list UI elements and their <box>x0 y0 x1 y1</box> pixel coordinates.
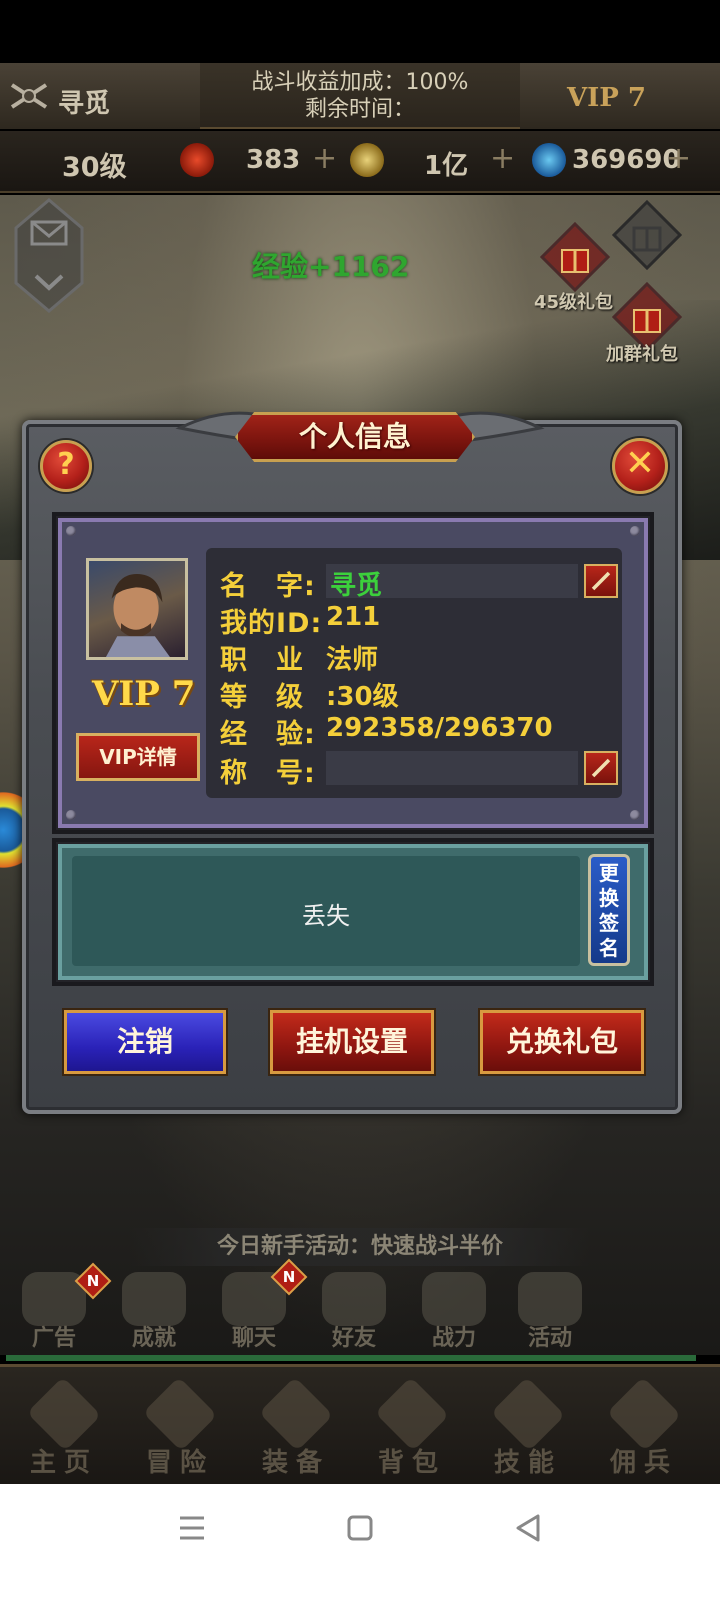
friends-label: 好友 <box>331 1325 376 1351</box>
pen-icon <box>591 571 611 591</box>
activity-button[interactable]: 活动 <box>512 1270 588 1351</box>
nav-mercenary[interactable]: 佣兵 <box>594 1376 694 1480</box>
name-value: 寻觅 <box>330 571 383 601</box>
title-field <box>326 751 578 785</box>
dialog-title: 个人信息 <box>298 420 411 453</box>
rivet-decoration <box>630 526 640 536</box>
add-diamond-button[interactable]: + <box>666 141 691 176</box>
knight-icon <box>606 1376 682 1452</box>
nav-adventure[interactable]: 冒险 <box>130 1376 230 1480</box>
crossed-swords-icon <box>422 1272 486 1326</box>
player-avatar[interactable] <box>86 558 188 660</box>
diamond-value: 369690 <box>572 145 681 175</box>
edit-title-button[interactable] <box>584 751 618 785</box>
energy-value: 383 <box>246 145 301 175</box>
rivet-decoration <box>66 526 76 536</box>
gift-box-icon <box>518 1272 582 1326</box>
gold-coin-icon <box>350 143 384 177</box>
add-energy-button[interactable]: + <box>312 141 337 176</box>
nav-mercenary-label: 佣兵 <box>609 1448 678 1478</box>
handshake-icon <box>322 1272 386 1326</box>
rivet-decoration <box>630 810 640 820</box>
nav-home-label: 主页 <box>29 1448 98 1478</box>
level-value: :30级 <box>326 682 399 712</box>
nav-home[interactable]: 主页 <box>14 1376 114 1480</box>
exp-gain-popup: 经验+1162 <box>252 250 410 283</box>
trophy-icon <box>122 1272 186 1326</box>
pen-icon <box>591 758 611 778</box>
redeem-gift-button[interactable]: 兑换礼包 <box>480 1010 644 1074</box>
question-icon: ? <box>57 447 75 482</box>
level-label: 等 级 <box>220 682 304 713</box>
chat-label: 聊天 <box>231 1325 276 1351</box>
change-signature-button[interactable]: 更换签名 <box>588 854 630 966</box>
job-label: 职 业 <box>220 645 304 676</box>
battle-bonus-info: 战斗收益加成：100% 剩余时间： <box>200 69 520 123</box>
nav-adventure-label: 冒险 <box>145 1448 214 1478</box>
close-button[interactable]: ✕ <box>612 438 668 494</box>
hero-portrait <box>105 574 170 657</box>
nav-bag-label: 背包 <box>377 1448 446 1478</box>
battle-bonus-rate: 战斗收益加成：100% <box>251 70 469 95</box>
diamond-icon <box>532 143 566 177</box>
achievements-button[interactable]: 成就 <box>116 1270 192 1351</box>
bonus-remaining-time: 剩余时间： <box>304 97 415 122</box>
group-gift-label: 加群礼包 <box>606 344 678 365</box>
activity-label: 活动 <box>527 1325 572 1351</box>
exp-value: 292358/296370 <box>326 713 553 743</box>
close-icon: ✕ <box>624 443 656 484</box>
nav-equipment[interactable]: 装备 <box>246 1376 346 1480</box>
back-icon[interactable] <box>498 1508 558 1548</box>
id-value: 211 <box>326 602 381 632</box>
signature-text: 丢失 <box>302 902 350 930</box>
nav-skills[interactable]: 技能 <box>478 1376 578 1480</box>
ads-label: 广告 <box>31 1325 76 1351</box>
achievements-label: 成就 <box>131 1325 176 1351</box>
job-value: 法师 <box>326 645 379 675</box>
castle-icon <box>26 1376 102 1452</box>
player-level: 30级 <box>62 152 127 183</box>
crossed-swords-icon <box>10 83 48 109</box>
gift-45-icon[interactable] <box>540 222 610 292</box>
nav-bag[interactable]: 背包 <box>362 1376 462 1480</box>
title-label: 称 号: <box>220 758 316 789</box>
add-gold-button[interactable]: + <box>490 141 515 176</box>
logout-button[interactable]: 注销 <box>64 1010 226 1074</box>
id-label: 我的ID: <box>220 608 323 639</box>
event-ticker: 今日新手活动：快速战斗半价 <box>130 1228 590 1266</box>
vip-detail-button[interactable]: VIP详情 <box>76 733 200 781</box>
vip-badge: VIP 7 <box>92 674 196 714</box>
help-button[interactable]: ? <box>40 440 92 492</box>
power-button[interactable]: 战力 <box>416 1270 492 1351</box>
edit-name-button[interactable] <box>584 564 618 598</box>
energy-icon <box>180 143 214 177</box>
gift-45-label: 45级礼包 <box>534 292 614 313</box>
home-icon[interactable] <box>330 1508 390 1548</box>
gold-value: 1亿 <box>424 151 469 181</box>
vip-level-label[interactable]: VIP 7 <box>567 83 646 113</box>
divider-bar <box>6 1355 696 1361</box>
power-label: 战力 <box>431 1325 476 1351</box>
afk-settings-button[interactable]: 挂机设置 <box>270 1010 434 1074</box>
friends-button[interactable]: 好友 <box>316 1270 392 1351</box>
rivet-decoration <box>66 810 76 820</box>
nav-equipment-label: 装备 <box>261 1448 330 1478</box>
name-label: 名 字: <box>220 571 316 602</box>
helmet-icon <box>142 1376 218 1452</box>
scroll-icon <box>490 1376 566 1452</box>
gift-icon[interactable] <box>612 200 682 270</box>
player-name-label: 寻觅 <box>58 89 111 119</box>
armor-icon <box>258 1376 334 1452</box>
menu-icon[interactable] <box>162 1508 222 1548</box>
exp-label: 经 验: <box>220 719 316 750</box>
nav-skills-label: 技能 <box>493 1448 562 1478</box>
mail-icon[interactable] <box>14 198 84 313</box>
backpack-icon <box>374 1376 450 1452</box>
